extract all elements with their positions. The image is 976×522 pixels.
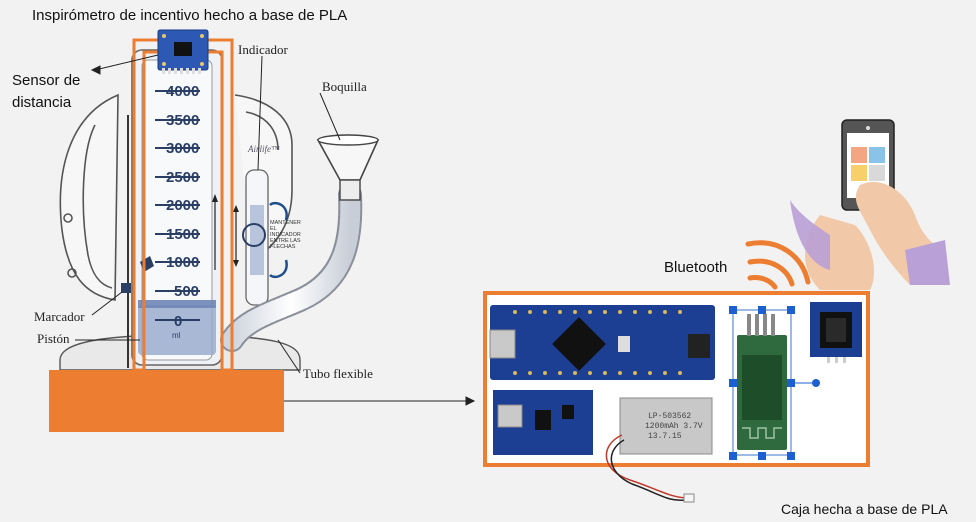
scale-label: 1000 — [166, 254, 199, 271]
bluetooth-label: Bluetooth — [664, 259, 728, 276]
marcador-label: Marcador — [34, 309, 85, 324]
piston-label: Pistón — [37, 331, 70, 346]
indicador-label: Indicador — [238, 42, 288, 57]
diagram-canvas: 4000 3500 3000 2500 2000 1500 1000 500 0… — [49, 29, 950, 503]
base-box — [49, 370, 284, 432]
caja-label: Caja hecha a base de PLA — [781, 501, 948, 517]
scale-label: 3500 — [166, 112, 199, 129]
svg-text:13.7.15: 13.7.15 — [648, 432, 682, 441]
tubo-label: Tubo flexible — [303, 366, 373, 381]
scale-label: 4000 — [166, 83, 199, 100]
distance-sensor — [157, 29, 209, 74]
svg-text:1200mAh 3.7V: 1200mAh 3.7V — [645, 422, 703, 431]
switch-module — [810, 302, 862, 363]
mouthpiece — [316, 134, 380, 201]
scale-label: 500 — [174, 283, 199, 300]
phone-hand-icon — [790, 119, 950, 290]
charger-module — [493, 390, 593, 455]
brand-label: Airlife™ — [247, 144, 280, 154]
sensor-label-line1: Sensor de — [12, 72, 81, 89]
sensor-label-line2: distancia — [12, 94, 72, 111]
svg-text:LP-503562: LP-503562 — [648, 412, 691, 421]
boquilla-label: Boquilla — [322, 79, 367, 94]
scale-label: 2000 — [166, 197, 199, 214]
scale-label: 0 — [174, 313, 182, 330]
scale-label: 3000 — [166, 140, 199, 157]
wifi-signal-icon — [745, 240, 811, 290]
ml-label: ml — [172, 331, 181, 340]
svg-text:FLECHAS: FLECHAS — [270, 244, 296, 250]
scale-label: 1500 — [166, 226, 199, 243]
arduino-nano — [489, 305, 715, 380]
sensor-label: Sensor de distancia — [12, 70, 80, 114]
mantener-text: MANTENER EL INDICADOR ENTRE LAS FLECHAS — [270, 220, 301, 250]
scale-label: 2500 — [166, 169, 199, 186]
